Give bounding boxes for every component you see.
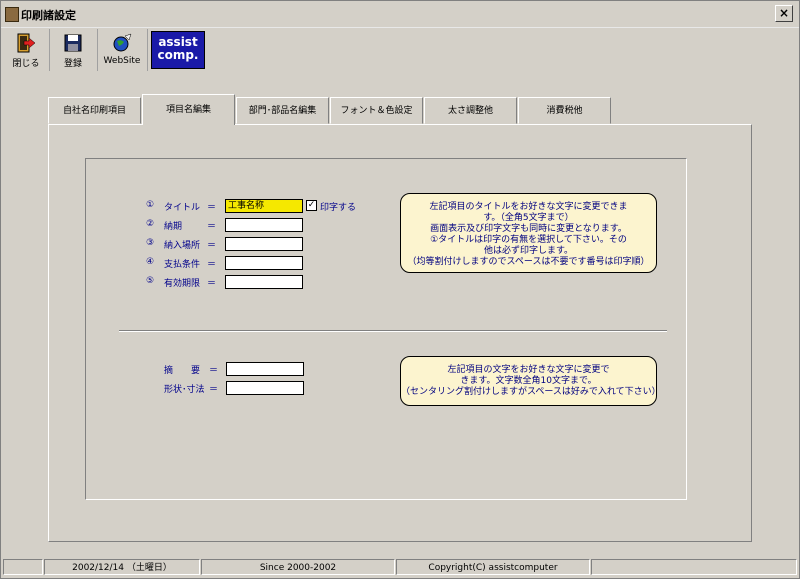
summary-input[interactable] (226, 362, 304, 376)
door-exit-icon (15, 32, 37, 54)
note-line: 左記項目の文字をお好きな文字に変更で (447, 365, 610, 375)
title-input[interactable]: 工事名称 (225, 199, 303, 213)
note-line: 左記項目のタイトルをお好きな文字に変更できま (429, 202, 628, 212)
item-equals: ＝ (207, 241, 217, 251)
note-line: 画面表示及び印字文字も同時に変更となります。 (430, 224, 627, 234)
print-checkbox-label: 印字する (320, 203, 357, 213)
globe-icon (111, 32, 133, 54)
status-pane-extra (591, 559, 797, 575)
window-title: 印刷諸設定 (21, 9, 76, 22)
item-equals: ＝ (207, 279, 217, 289)
item-label: 形状･寸法 (164, 385, 205, 395)
item-number: ② (146, 219, 155, 229)
item-equals: ＝ (209, 366, 219, 376)
note-line: きます。文字数全角10文字まで。 (460, 376, 597, 386)
website-button[interactable]: WebSite (97, 29, 148, 71)
status-date: 2002/12/14 （土曜日） (44, 559, 200, 575)
item-number: ⑤ (146, 276, 155, 286)
delivery-place-input[interactable] (225, 237, 303, 251)
title-help-note: 左記項目のタイトルをお好きな文字に変更できま す。（全角5文字まで） 画面表示及… (400, 193, 657, 273)
item-equals: ＝ (209, 385, 219, 395)
delivery-date-input[interactable] (225, 218, 303, 232)
title-bar: 印刷諸設定 × (1, 1, 799, 28)
item-label: 支払条件 (164, 260, 201, 270)
item-equals: ＝ (207, 203, 217, 213)
section-divider (119, 330, 667, 332)
status-since: Since 2000-2002 (201, 559, 395, 575)
shape-size-input[interactable] (226, 381, 304, 395)
item-label: 納入場所 (164, 241, 201, 251)
note-line: ①タイトルは印字の有無を選択して下さい。その (430, 235, 627, 245)
text-help-note: 左記項目の文字をお好きな文字に変更で きます。文字数全角10文字まで。 （センタ… (400, 356, 661, 406)
close-window-button[interactable]: × (775, 5, 793, 22)
save-button-label: 登録 (63, 59, 82, 69)
note-line: （センタリング割付けしますがスペースは好みで入れて下さい） (401, 387, 661, 397)
item-number: ④ (146, 257, 155, 267)
main-window: 印刷諸設定 × 閉じる 登録 WebSite assist comp. 自社名印… (0, 0, 800, 579)
app-icon (5, 7, 19, 22)
print-checkbox[interactable]: ✓ (306, 200, 317, 211)
item-number: ① (146, 200, 155, 210)
item-label: 摘 要 (164, 366, 201, 376)
toolbar: 閉じる 登録 WebSite assist comp. (3, 29, 213, 73)
tab-department-parts[interactable]: 部門･部品名編集 (236, 97, 329, 124)
tab-consumption-tax[interactable]: 消費税他 (518, 97, 611, 124)
tab-font-color[interactable]: フォント＆色設定 (330, 97, 423, 124)
item-label: タイトル (164, 203, 201, 213)
note-line: す。（全角5文字まで） (483, 213, 574, 223)
item-equals: ＝ (207, 260, 217, 270)
website-button-label: WebSite (103, 56, 141, 66)
tab-company-print[interactable]: 自社名印刷項目 (48, 97, 141, 124)
item-number: ③ (146, 238, 155, 248)
close-button-label: 閉じる (12, 59, 40, 69)
status-copyright: Copyright(C) assistcomputer (396, 559, 590, 575)
close-button[interactable]: 閉じる (3, 29, 50, 71)
item-label: 有効期限 (164, 279, 201, 289)
tab-item-name-edit[interactable]: 項目名編集 (142, 94, 235, 125)
floppy-disk-icon (62, 32, 84, 54)
item-label: 納期 (164, 222, 183, 232)
save-button[interactable]: 登録 (49, 29, 98, 71)
assist-logo: assist comp. (151, 31, 205, 69)
expiry-input[interactable] (225, 275, 303, 289)
status-pane-empty (3, 559, 43, 575)
logo-line2: comp. (157, 48, 199, 62)
tab-thickness[interactable]: 太さ調整他 (424, 97, 517, 124)
payment-terms-input[interactable] (225, 256, 303, 270)
note-line: （均等割付けしますのでスペースは不要です番号は印字順） (407, 257, 650, 267)
item-equals: ＝ (207, 222, 217, 232)
note-line: 他は必ず印字します。 (483, 246, 574, 256)
